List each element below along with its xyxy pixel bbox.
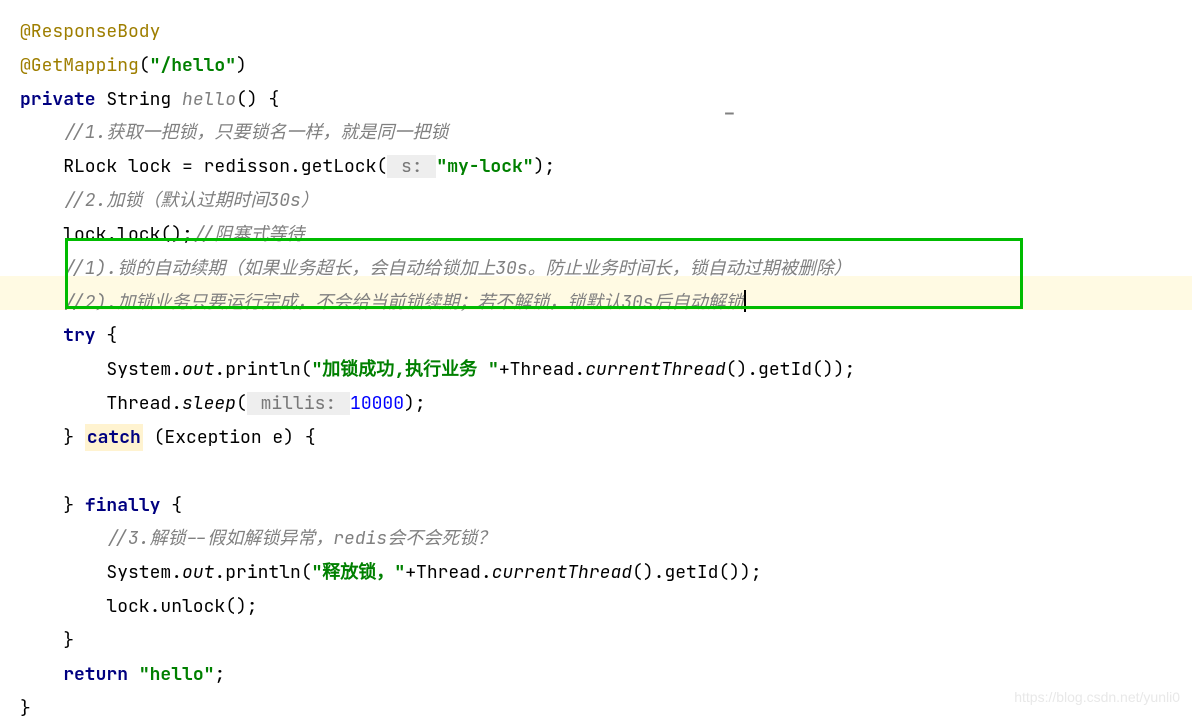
brace: { — [160, 494, 182, 517]
watermark: https://blog.csdn.net/yunli0 — [1014, 684, 1180, 710]
brace: } — [63, 494, 74, 517]
string-literal: "加锁成功,执行业务 " — [312, 358, 499, 381]
annotation-getmapping: @GetMapping — [20, 54, 139, 77]
comment: //2.加锁（默认过期时间30s） — [63, 189, 319, 212]
folding-mark: _ — [724, 90, 735, 124]
code-text: ().getId()); — [726, 358, 856, 381]
code-line: return "hello"; — [20, 658, 1172, 692]
keyword-catch: catch — [85, 424, 143, 451]
brace: } — [63, 426, 74, 449]
brace: { — [96, 324, 118, 347]
string-literal: "my-lock" — [436, 155, 533, 178]
code-text: System. — [106, 358, 182, 381]
method-currentthread: currentThread — [585, 358, 725, 381]
code-text: ); — [534, 155, 556, 178]
brace: } — [20, 697, 31, 720]
code-editor[interactable]: @ResponseBody @GetMapping("/hello") priv… — [20, 15, 1172, 725]
comment: //2).加锁业务只要运行完成，不会给当前锁续期；若不解锁，锁默认30s后自动解… — [63, 291, 743, 314]
code-line: @ResponseBody — [20, 15, 1172, 49]
code-text: Thread. — [106, 392, 182, 415]
string-literal: "hello" — [139, 663, 215, 686]
annotation-responsebody: @ResponseBody — [20, 20, 160, 43]
code-line: private String hello() { — [20, 83, 1172, 117]
comment: //1.获取一把锁，只要锁名一样，就是同一把锁 — [63, 121, 448, 144]
string-literal: "释放锁，" — [312, 561, 406, 584]
method-sleep: sleep — [182, 392, 236, 415]
code-line: } — [20, 624, 1172, 658]
code-line: try { — [20, 319, 1172, 353]
code-line: //2.加锁（默认过期时间30s） — [20, 184, 1172, 218]
keyword-private: private — [20, 88, 96, 111]
code-text: .println( — [214, 358, 311, 381]
field-out: out — [182, 561, 214, 584]
string-literal: "/hello" — [150, 54, 236, 77]
code-text: lock.unlock(); — [106, 595, 257, 618]
semicolon: ; — [214, 663, 225, 686]
code-text: RLock lock = redisson.getLock( — [63, 155, 387, 178]
code-line: } catch (Exception e) { — [20, 421, 1172, 455]
code-line: lock.unlock(); — [20, 590, 1172, 624]
method-signature-end: () { — [236, 88, 279, 111]
code-line: } finally { — [20, 489, 1172, 523]
code-line: @GetMapping("/hello") — [20, 49, 1172, 83]
code-text: lock.lock(); — [63, 223, 193, 246]
keyword-finally: finally — [85, 494, 161, 517]
code-text: +Thread. — [499, 358, 585, 381]
method-currentthread: currentThread — [492, 561, 632, 584]
code-line: //1.获取一把锁，只要锁名一样，就是同一把锁 — [20, 116, 1172, 150]
code-line — [20, 455, 1172, 489]
number-literal: 10000 — [350, 392, 404, 415]
text-cursor — [744, 290, 746, 312]
code-line: //1).锁的自动续期（如果业务超长，会自动给锁加上30s。防止业务时间长，锁自… — [20, 252, 1172, 286]
code-text: +Thread. — [405, 561, 491, 584]
code-text: .println( — [214, 561, 311, 584]
code-line: System.out.println("释放锁，"+Thread.current… — [20, 556, 1172, 590]
method-name: hello — [182, 88, 236, 111]
field-out: out — [182, 358, 214, 381]
paren: ( — [139, 54, 150, 77]
code-text: ); — [404, 392, 426, 415]
type-string: String — [106, 88, 171, 111]
code-line: RLock lock = redisson.getLock( s: "my-lo… — [20, 150, 1172, 184]
comment: //3.解锁--假如解锁异常，redis会不会死锁？ — [106, 527, 495, 550]
paren: ( — [236, 392, 247, 415]
code-line: System.out.println("加锁成功,执行业务 "+Thread.c… — [20, 353, 1172, 387]
code-line: lock.lock();//阻塞式等待 — [20, 218, 1172, 252]
keyword-return: return — [63, 663, 128, 686]
code-text: System. — [106, 561, 182, 584]
keyword-try: try — [63, 324, 95, 347]
code-line: Thread.sleep( millis: 10000); — [20, 387, 1172, 421]
param-hint: millis: — [247, 392, 350, 415]
code-line: //2).加锁业务只要运行完成，不会给当前锁续期；若不解锁，锁默认30s后自动解… — [20, 286, 1172, 320]
paren: ) — [236, 54, 247, 77]
code-line: //3.解锁--假如解锁异常，redis会不会死锁？ — [20, 522, 1172, 556]
code-text: ().getId()); — [632, 561, 762, 584]
code-line: } — [20, 692, 1172, 725]
comment: //1).锁的自动续期（如果业务超长，会自动给锁加上30s。防止业务时间长，锁自… — [63, 257, 851, 280]
comment: //阻塞式等待 — [193, 223, 305, 246]
code-text: (Exception e) { — [143, 426, 316, 449]
brace: } — [63, 629, 74, 652]
param-hint: s: — [387, 155, 436, 178]
